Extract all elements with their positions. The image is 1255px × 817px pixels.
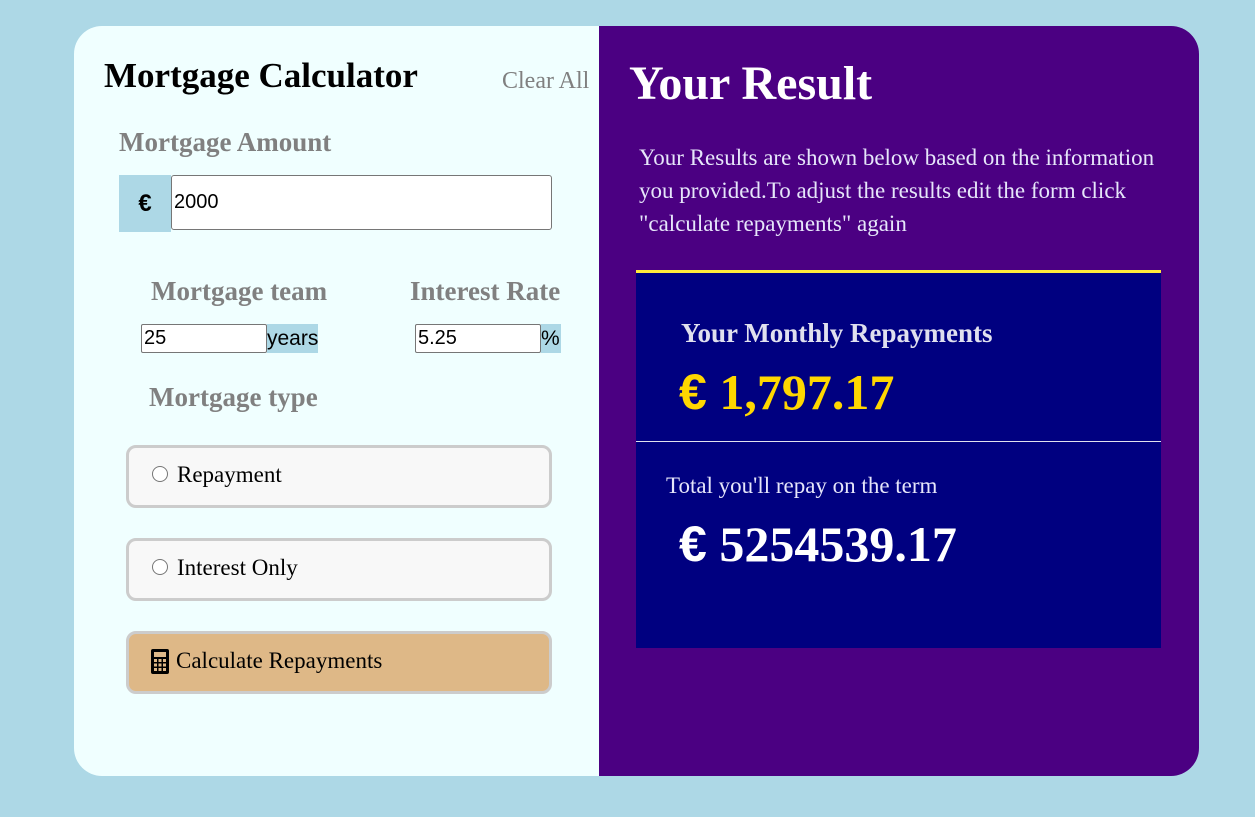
calculate-repayments-label: Calculate Repayments [176, 648, 383, 673]
interest-only-radio[interactable] [152, 559, 168, 575]
term-years-suffix: years [267, 324, 318, 353]
monthly-amount: 1,797.17 [719, 364, 895, 420]
amount-currency-prefix: € [119, 175, 171, 232]
monthly-repayments-value: € 1,797.17 [679, 363, 894, 421]
monthly-currency-symbol: € [679, 364, 707, 420]
result-summary-box: Your Monthly Repayments € 1,797.17 Total… [636, 270, 1161, 648]
total-repay-label: Total you'll repay on the term [666, 473, 938, 498]
total-amount: 5254539.17 [719, 516, 957, 572]
mortgage-amount-input[interactable] [171, 175, 552, 230]
form-title: Mortgage Calculator [104, 56, 418, 95]
total-repay-value: € 5254539.17 [679, 515, 957, 573]
result-divider [636, 441, 1161, 442]
result-description: Your Results are shown below based on th… [639, 145, 1155, 236]
repayment-radio[interactable] [152, 466, 168, 482]
mortgage-amount-label: Mortgage Amount [119, 127, 332, 157]
repayment-option-label: Repayment [177, 462, 282, 487]
mortgage-term-input[interactable] [141, 324, 267, 353]
calculator-icon [151, 649, 169, 679]
calculate-repayments-button[interactable]: Calculate Repayments [126, 631, 552, 694]
result-title: Your Result [629, 57, 873, 110]
mortgage-type-label: Mortgage type [149, 382, 318, 412]
interest-rate-input[interactable] [415, 324, 541, 353]
monthly-repayments-label: Your Monthly Repayments [681, 318, 993, 348]
mortgage-calculator-card: Mortgage Calculator Clear All Mortgage A… [74, 26, 1199, 776]
interest-percent-suffix: % [541, 324, 561, 353]
calculator-form: Mortgage Calculator Clear All Mortgage A… [74, 26, 599, 776]
interest-rate-label: Interest Rate [410, 276, 561, 306]
results-panel: Your Result Your Results are shown below… [599, 26, 1199, 776]
repayment-option[interactable]: Repayment [126, 445, 552, 508]
interest-only-option[interactable]: Interest Only [126, 538, 552, 601]
interest-only-option-label: Interest Only [177, 555, 298, 580]
clear-all-link[interactable]: Clear All [502, 68, 589, 95]
total-currency-symbol: € [679, 516, 707, 572]
mortgage-term-label: Mortgage team [151, 276, 328, 306]
